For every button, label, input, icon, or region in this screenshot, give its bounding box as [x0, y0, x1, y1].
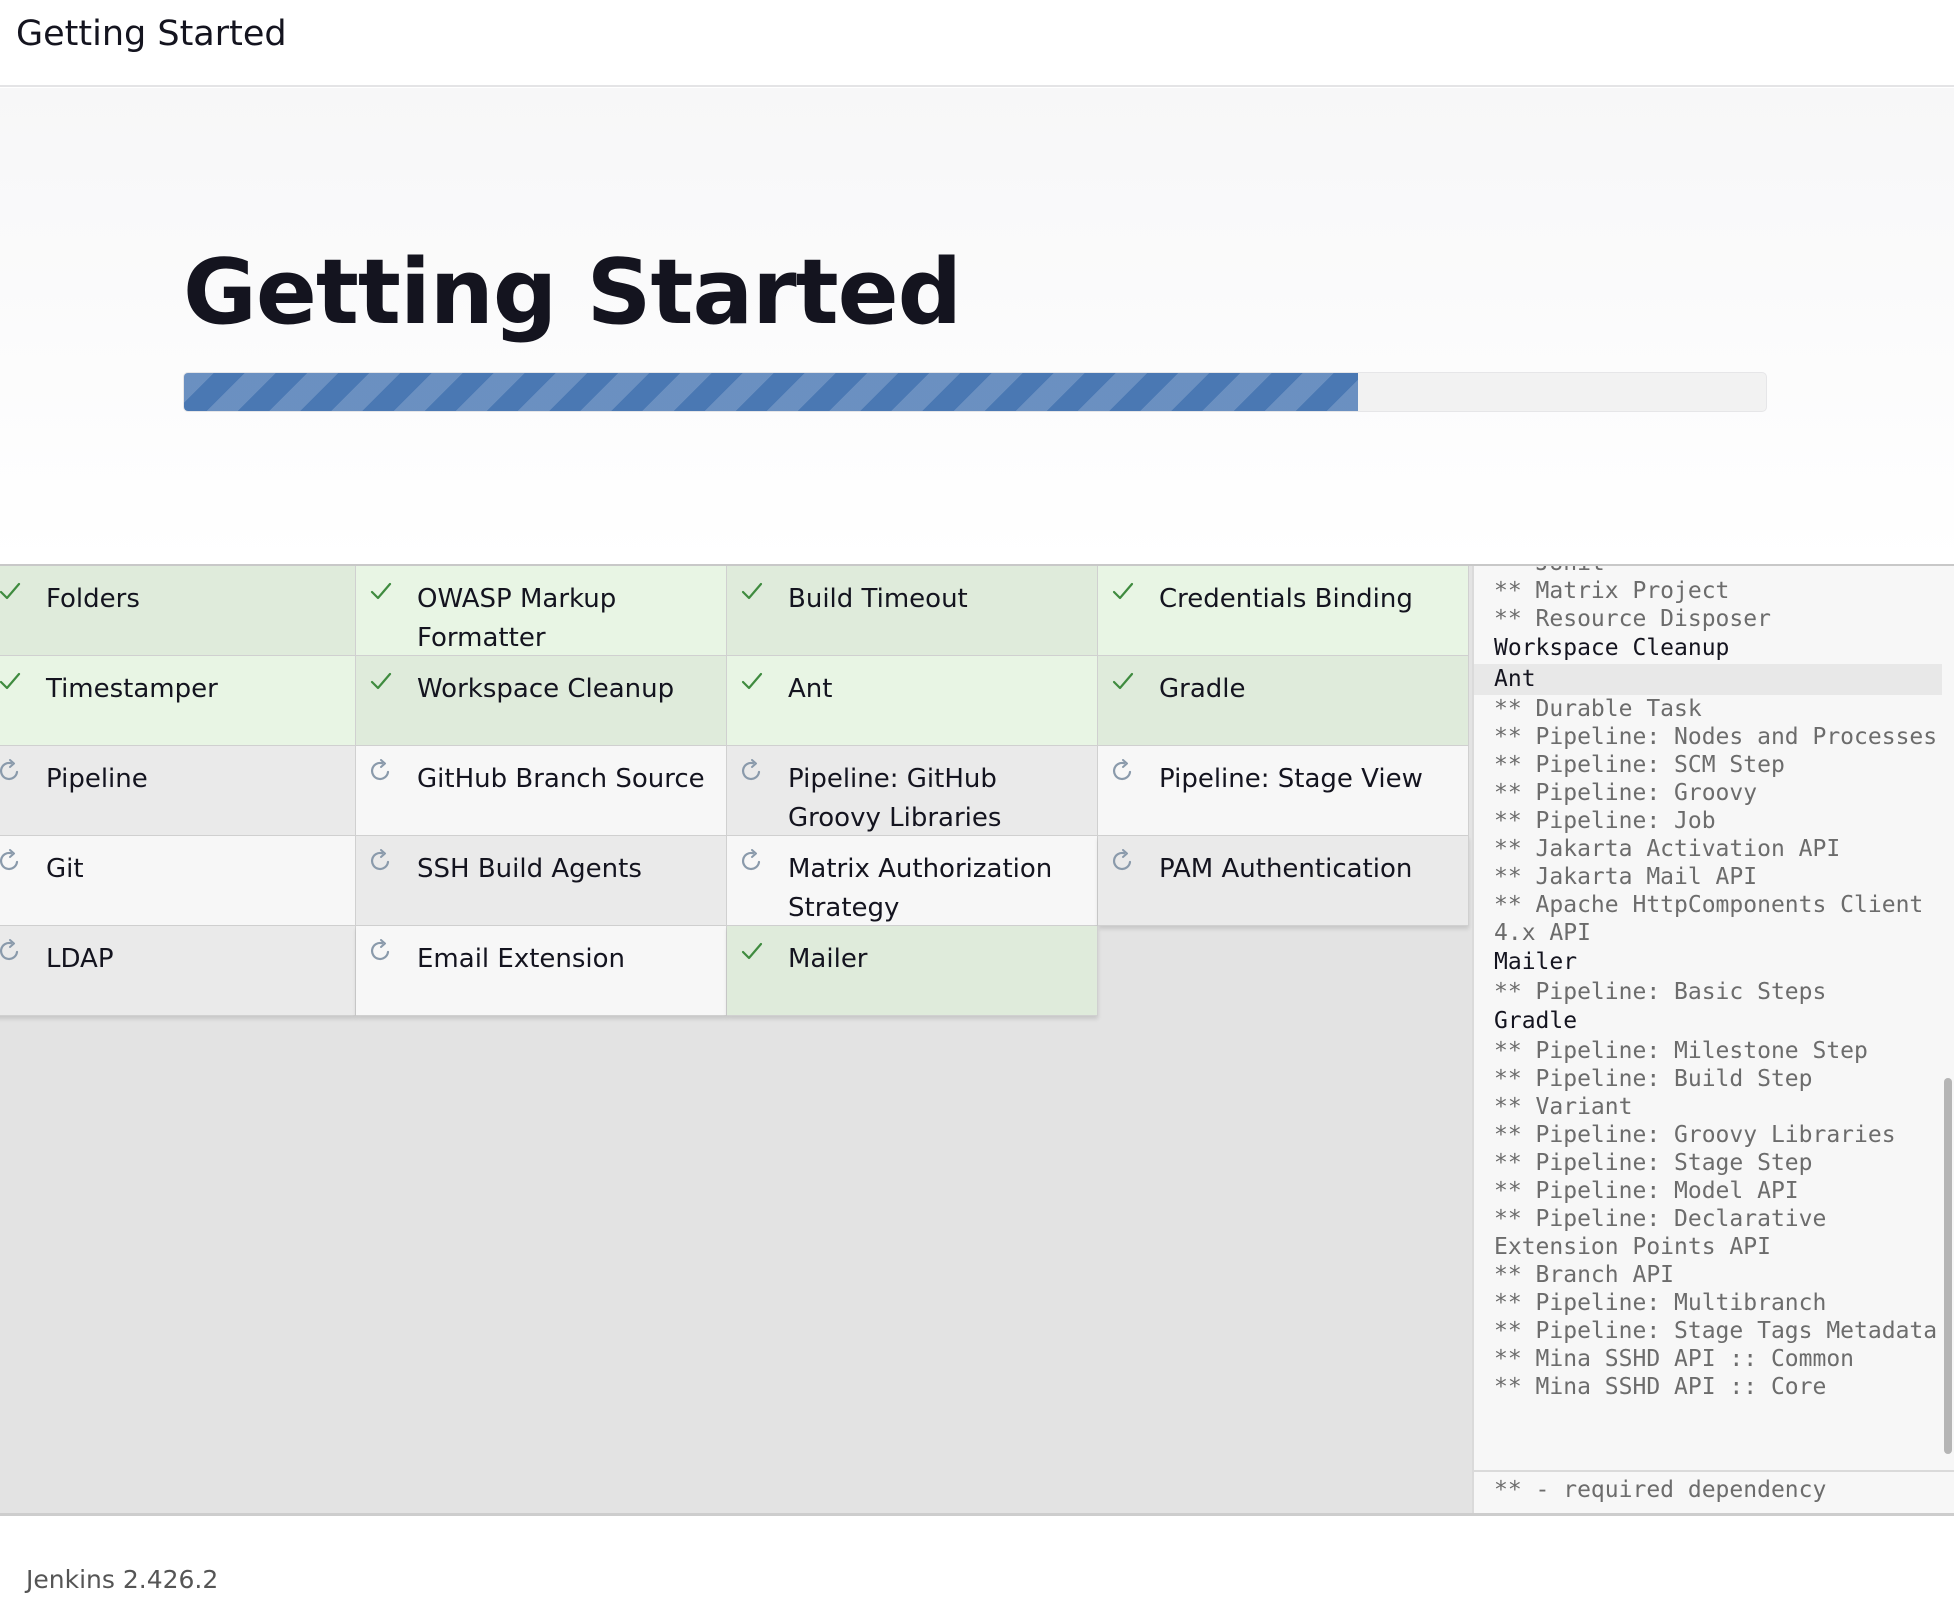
- plugin-name: Workspace Cleanup: [417, 674, 675, 704]
- plugin-name: Build Timeout: [788, 584, 968, 614]
- plugin-entry: Ant: [1474, 664, 1942, 695]
- dependency-entry: ** Pipeline: Multibranch: [1494, 1290, 1827, 1316]
- dependency-legend: ** - required dependency: [1474, 1470, 1954, 1513]
- dependency-log-scroll[interactable]: ** JUnit** Matrix Project** Resource Dis…: [1474, 566, 1944, 1466]
- dependency-entry: ** Pipeline: Build Step: [1494, 1066, 1813, 1092]
- plugin-name: Credentials Binding: [1159, 584, 1413, 614]
- dependency-log-panel: ** JUnit** Matrix Project** Resource Dis…: [1472, 566, 1954, 1513]
- dependency-log-list: ** JUnit** Matrix Project** Resource Dis…: [1474, 566, 1942, 1401]
- check-icon: [0, 579, 22, 603]
- plugin-name: Git: [46, 854, 84, 884]
- dependency-entry: ** Pipeline: Groovy: [1494, 780, 1758, 806]
- dependency-entry: ** Durable Task: [1494, 696, 1702, 722]
- plugin-tile: Email Extension: [356, 926, 727, 1016]
- spinner-icon: [369, 759, 393, 783]
- plugin-tile: Ant: [727, 656, 1098, 746]
- plugin-name: OWASP Markup Formatter: [417, 584, 617, 653]
- plugin-tile: Folders: [0, 566, 356, 656]
- plugin-name: Pipeline: Stage View: [1159, 764, 1423, 794]
- dependency-entry: ** Matrix Project: [1494, 578, 1730, 604]
- plugin-name: Email Extension: [417, 944, 626, 974]
- plugin-tile: SSH Build Agents: [356, 836, 727, 926]
- plugin-name: LDAP: [46, 944, 114, 974]
- dependency-entry: ** JUnit: [1474, 566, 1942, 577]
- plugin-name: Folders: [46, 584, 140, 614]
- dependency-entry: ** Mina SSHD API :: Core: [1494, 1374, 1827, 1400]
- dependency-entry: ** Mina SSHD API :: Common: [1494, 1346, 1855, 1372]
- plugin-name: GitHub Branch Source: [417, 764, 705, 794]
- plugin-grid: Folders OWASP Markup Formatter Build Timeo…: [0, 566, 1472, 1016]
- dependency-entry: ** Resource Disposer: [1494, 606, 1771, 632]
- plugin-name: PAM Authentication: [1159, 854, 1413, 884]
- plugin-name: Pipeline: GitHub Groovy Libraries: [788, 764, 1002, 833]
- plugin-tile: Pipeline: [0, 746, 356, 836]
- plugin-tile: OWASP Markup Formatter: [356, 566, 727, 656]
- plugin-entry: Mailer: [1494, 949, 1578, 975]
- dependency-entry: ** Pipeline: Job: [1494, 808, 1716, 834]
- plugin-name: Ant: [788, 674, 833, 704]
- spinner-icon: [0, 939, 22, 963]
- dependency-entry: ** Pipeline: Model API: [1494, 1178, 1799, 1204]
- dependency-entry: ** Pipeline: Milestone Step: [1494, 1038, 1868, 1064]
- dependency-entry: ** Variant: [1494, 1094, 1633, 1120]
- check-icon: [1111, 579, 1135, 603]
- dependency-entry: ** Pipeline: Declarative Extension Point…: [1494, 1206, 1841, 1260]
- plugin-tile: Credentials Binding: [1098, 566, 1469, 656]
- plugin-tile: Gradle: [1098, 656, 1469, 746]
- hero-section: Getting Started: [0, 88, 1954, 564]
- top-bar: Getting Started: [0, 0, 1954, 87]
- plugin-tile: Matrix Authorization Strategy: [727, 836, 1098, 926]
- dependency-entry: ** Pipeline: SCM Step: [1494, 752, 1785, 778]
- plugin-tile: Git: [0, 836, 356, 926]
- check-icon: [740, 939, 764, 963]
- check-icon: [369, 669, 393, 693]
- check-icon: [0, 669, 22, 693]
- dependency-entry: ** Jakarta Mail API: [1494, 864, 1758, 890]
- plugin-tile: Workspace Cleanup: [356, 656, 727, 746]
- spinner-icon: [369, 849, 393, 873]
- check-icon: [740, 669, 764, 693]
- dependency-entry: ** Pipeline: Stage Step: [1494, 1150, 1813, 1176]
- dependency-entry: ** Pipeline: Nodes and Processes: [1494, 724, 1938, 750]
- plugin-name: Timestamper: [46, 674, 218, 704]
- dependency-entry: ** Pipeline: Basic Steps: [1494, 979, 1827, 1005]
- page-title: Getting Started: [183, 240, 962, 345]
- plugin-tile: Pipeline: Stage View: [1098, 746, 1469, 836]
- dependency-log-scrollbar[interactable]: [1944, 1078, 1952, 1454]
- plugin-tile: GitHub Branch Source: [356, 746, 727, 836]
- spinner-icon: [1111, 759, 1135, 783]
- plugin-tile: PAM Authentication: [1098, 836, 1469, 926]
- plugin-tile: LDAP: [0, 926, 356, 1016]
- dependency-entry: ** Jakarta Activation API: [1494, 836, 1841, 862]
- spinner-icon: [369, 939, 393, 963]
- dependency-entry: ** Pipeline: Stage Tags Metadata: [1494, 1318, 1938, 1344]
- install-progress-bar: [183, 372, 1767, 412]
- plugin-name: Pipeline: [46, 764, 148, 794]
- install-progress-fill: [184, 373, 1358, 411]
- plugin-tile: Pipeline: GitHub Groovy Libraries: [727, 746, 1098, 836]
- spinner-icon: [0, 759, 22, 783]
- check-icon: [369, 579, 393, 603]
- plugin-name: SSH Build Agents: [417, 854, 642, 884]
- dependency-entry: ** Pipeline: Groovy Libraries: [1494, 1122, 1896, 1148]
- dependency-entry: ** Apache HttpComponents Client 4.x API: [1494, 892, 1938, 946]
- plugin-name: Gradle: [1159, 674, 1246, 704]
- dependency-entry: ** Branch API: [1494, 1262, 1675, 1288]
- top-bar-title: Getting Started: [16, 14, 287, 54]
- plugin-name: Mailer: [788, 944, 868, 974]
- spinner-icon: [0, 849, 22, 873]
- spinner-icon: [1111, 849, 1135, 873]
- plugin-entry: Workspace Cleanup: [1494, 635, 1730, 661]
- plugin-tile: Mailer: [727, 926, 1098, 1016]
- plugin-name: Matrix Authorization Strategy: [788, 854, 1053, 923]
- spinner-icon: [740, 759, 764, 783]
- plugin-tile: Timestamper: [0, 656, 356, 746]
- plugin-install-panel: Folders OWASP Markup Formatter Build Timeo…: [0, 564, 1954, 1516]
- plugin-tile: Build Timeout: [727, 566, 1098, 656]
- check-icon: [740, 579, 764, 603]
- jenkins-version: Jenkins 2.426.2: [26, 1565, 219, 1594]
- check-icon: [1111, 669, 1135, 693]
- spinner-icon: [740, 849, 764, 873]
- plugin-entry: Gradle: [1494, 1008, 1578, 1034]
